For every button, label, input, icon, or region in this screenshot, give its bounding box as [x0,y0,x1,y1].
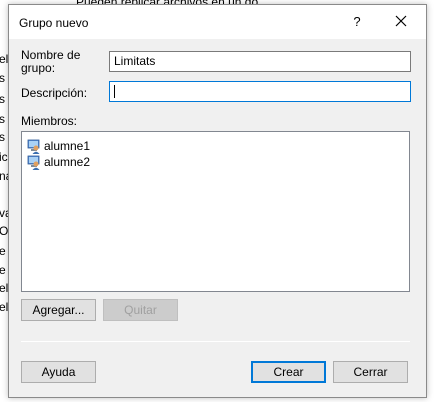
new-group-dialog: Grupo nuevo ? Nombre de grupo: Limitats … [8,4,427,398]
user-icon [27,155,40,170]
description-label: Descripción: [21,86,88,100]
question-mark-icon: ? [353,14,361,29]
member-list-item[interactable]: alumne1 [26,138,90,154]
text-caret [114,85,115,98]
group-name-value: Limitats [114,54,156,68]
group-name-label: Nombre de grupo: [21,48,81,75]
members-label: Miembros: [21,114,78,128]
close-button[interactable]: Cerrar [333,361,408,383]
create-button[interactable]: Crear [251,361,326,383]
help-icon-button[interactable]: ? [345,11,369,33]
close-icon [395,15,407,27]
user-icon [27,139,40,154]
member-name: alumne1 [44,139,91,153]
add-member-button[interactable]: Agregar... [21,299,96,321]
member-list-item[interactable]: alumne2 [26,154,90,170]
help-button[interactable]: Ayuda [21,361,96,383]
group-name-input[interactable]: Limitats [109,51,411,72]
dialog-titlebar[interactable]: Grupo nuevo ? [9,5,426,39]
description-input[interactable] [109,81,411,102]
dialog-title: Grupo nuevo [19,16,89,30]
member-name: alumne2 [44,155,91,169]
remove-member-button[interactable]: Quitar [103,299,178,321]
dialog-separator [21,341,410,342]
members-list[interactable]: alumne1 alumne2 [21,131,410,292]
background-fragment: ic [0,150,8,164]
close-window-button[interactable] [389,11,413,33]
